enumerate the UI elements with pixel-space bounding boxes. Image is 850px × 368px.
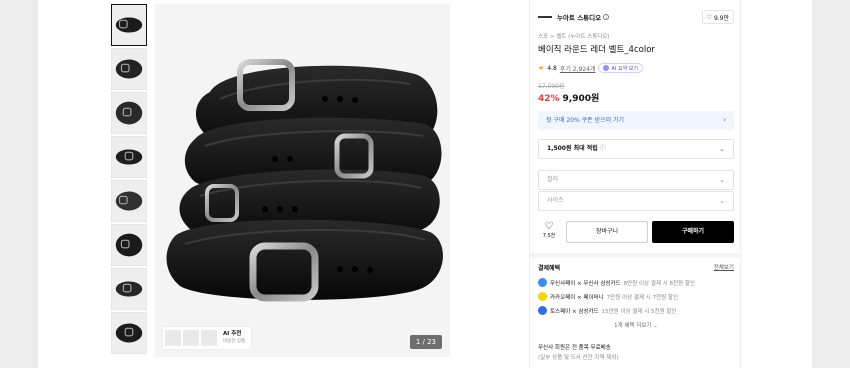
image-counter: 1 / 23 [409, 335, 442, 349]
ai-recommend-label: AI 추천 [223, 331, 242, 337]
chevron-down-icon: ⌄ [719, 197, 725, 205]
buy-now-button[interactable]: 구매하기 [652, 221, 734, 243]
ai-summary-button[interactable]: AI 요약 보기 [598, 63, 643, 73]
belt-stack-illustration [166, 59, 443, 302]
add-to-cart-button[interactable]: 장바구니 [566, 221, 648, 243]
color-select[interactable]: 컬러 ⌄ [538, 170, 734, 190]
thumbnail-item[interactable] [111, 224, 147, 266]
benefit-item: 카카오페이 × 페이머니 7만원 이상 결제 시 7천원 할인 [538, 292, 734, 301]
thumbnail-item[interactable] [111, 312, 147, 354]
product-title: 베이직 라운드 레더 벨트_4color [538, 45, 655, 55]
size-select[interactable]: 사이즈 ⌄ [538, 191, 734, 211]
benefit-detail: 15만원 이상 결제 시 5천원 할인 [601, 308, 677, 315]
shipping-note: (일부 상품 및 도서 산간 지역 제외) [538, 355, 619, 361]
brand-logo[interactable] [538, 16, 552, 18]
ai-recommend-strip[interactable]: AI 추천 비슷한 상품 [163, 327, 252, 349]
rating-row: ★ 4.8 후기 2,924개 AI 요약 보기 [538, 63, 643, 73]
color-placeholder: 컬러 [547, 176, 559, 183]
size-placeholder: 사이즈 [547, 197, 564, 204]
action-row: ♡ 7.5천 장바구니 구매하기 [538, 221, 734, 243]
chevron-down-icon: ⌄ [653, 323, 658, 329]
points-dropdown[interactable]: 1,500원 최대 적립 ⓘ ⌄ [538, 139, 734, 159]
thumbnail-image [112, 269, 146, 309]
star-icon: ★ [538, 64, 545, 72]
thumbnail-image [112, 5, 146, 45]
shipping-info: 무신사 회원은 전 품목 무료배송 [538, 345, 611, 351]
original-price: 17,000원 [538, 83, 565, 90]
coupon-banner[interactable]: 첫 구매 20% 쿠폰 받으러 가기 › [538, 111, 734, 130]
brand-row: 누아트 스튜디오 i ♡ 9.9만 [538, 10, 734, 24]
ai-recommend-text: AI 추천 비슷한 상품 [219, 331, 249, 345]
benefit-item: 토스페이 × 삼성카드 15만원 이상 결제 시 5천원 할인 [538, 306, 734, 315]
ai-thumb[interactable] [201, 330, 217, 346]
product-info-panel: 누아트 스튜디오 i ♡ 9.9만 스포 > 벨트 (누아트 스튜디오) 베이직… [529, 0, 742, 368]
thumbnail-image [112, 93, 146, 133]
section-divider [530, 253, 742, 258]
benefit-label: 카카오페이 × 페이머니 [550, 294, 604, 301]
thumbnail-image [112, 49, 146, 89]
ai-summary-label: AI 요약 보기 [611, 65, 638, 72]
sale-price: 9,900원 [562, 94, 600, 104]
wishlist-button[interactable]: ♡ 7.5천 [538, 221, 560, 243]
thumbnail-item[interactable] [111, 180, 147, 222]
see-all-link[interactable]: 전체보기 [714, 263, 734, 271]
heart-icon: ♡ [544, 221, 554, 232]
thumbnail-image [112, 313, 146, 353]
brand-name[interactable]: 누아트 스튜디오 [557, 12, 601, 22]
thumbnail-item[interactable] [111, 92, 147, 134]
benefit-label: 무신사페이 × 무신사 삼성카드 [550, 280, 621, 287]
thumbnail-item[interactable] [111, 268, 147, 310]
benefit-item: 무신사페이 × 무신사 삼성카드 8만원 이상 결제 시 8천원 할인 [538, 278, 734, 287]
points-label: 1,500원 최대 적립 [547, 145, 598, 152]
thumbnail-list [111, 4, 147, 356]
coupon-text: 첫 구매 20% 쿠폰 받으러 가기 [546, 117, 625, 124]
wishlist-count: 7.5천 [542, 233, 556, 239]
review-link[interactable]: 후기 2,924개 [560, 64, 596, 73]
thumbnail-image [112, 225, 146, 265]
like-count: 9.9만 [713, 14, 729, 22]
more-benefits-label: 1개 혜택 더보기 [614, 323, 652, 329]
thumbnail-item[interactable] [111, 4, 147, 46]
thumbnail-image [112, 181, 146, 221]
chevron-down-icon: ⌄ [719, 145, 725, 153]
toss-pay-icon [538, 306, 547, 315]
main-product-image[interactable]: AI 추천 비슷한 상품 1 / 23 [155, 4, 450, 357]
benefit-label: 토스페이 × 삼성카드 [550, 308, 599, 315]
discount-rate: 42% [538, 94, 560, 104]
more-benefits-button[interactable]: 1개 혜택 더보기 ⌄ [530, 321, 742, 329]
like-button[interactable]: ♡ 9.9만 [701, 10, 734, 24]
thumbnail-item[interactable] [111, 136, 147, 178]
chevron-down-icon: ⌄ [719, 176, 725, 184]
ai-thumb[interactable] [165, 330, 181, 346]
heart-icon: ♡ [706, 13, 712, 21]
rating-value: 4.8 [547, 64, 557, 72]
chevron-right-icon: › [723, 116, 726, 124]
info-icon[interactable]: i [603, 14, 610, 20]
kakao-pay-icon [538, 292, 547, 301]
benefit-detail: 7만원 이상 결제 시 7천원 할인 [606, 294, 679, 301]
ai-thumb[interactable] [183, 330, 199, 346]
payment-benefits-header: 결제혜택 전체보기 [538, 263, 734, 272]
breadcrumb[interactable]: 스포 > 벨트 (누아트 스튜디오) [538, 32, 610, 40]
ai-icon [603, 65, 610, 71]
ai-recommend-sub: 비슷한 상품 [223, 339, 246, 344]
benefit-detail: 8만원 이상 결제 시 8천원 할인 [623, 280, 695, 287]
thumbnail-item[interactable] [111, 48, 147, 90]
thumbnail-image [112, 137, 146, 177]
musinsa-pay-icon [538, 278, 547, 287]
price-row: 42% 9,900원 [538, 91, 599, 104]
info-icon: ⓘ [599, 145, 606, 152]
payment-benefits-title: 결제혜택 [538, 265, 561, 272]
